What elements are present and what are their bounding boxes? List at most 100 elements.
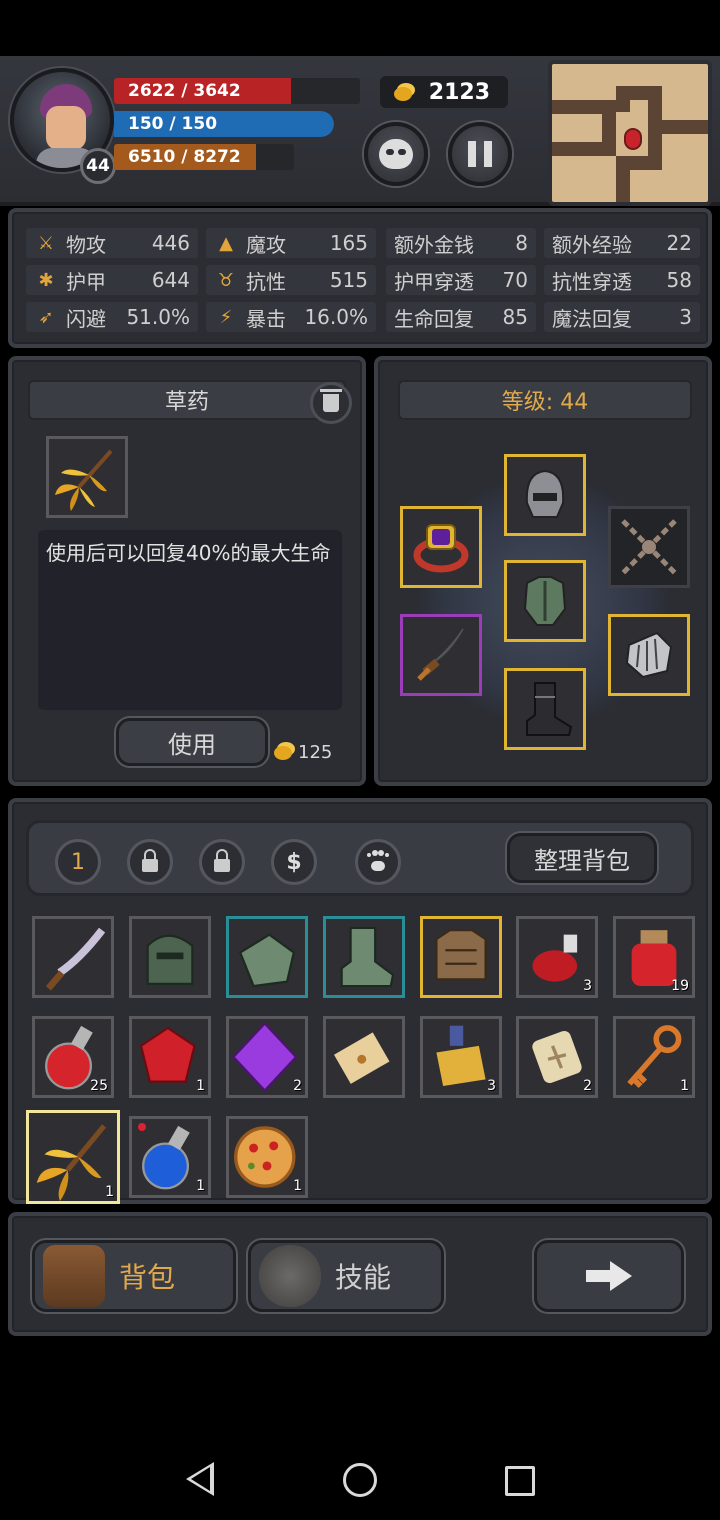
stat-10: 生命回复 85 xyxy=(386,302,536,332)
inventory-slot-green-gauntlets[interactable] xyxy=(226,916,308,998)
stat-label: 额外经验 xyxy=(552,232,632,257)
ring-slot[interactable] xyxy=(400,506,482,588)
sort-bag-button[interactable]: 整理背包 xyxy=(507,833,657,883)
pet-button[interactable] xyxy=(355,839,401,885)
dollar-icon: $ xyxy=(286,849,302,875)
bag-label: 背包 xyxy=(119,1261,176,1294)
stat-label: 抗性 xyxy=(246,269,286,294)
hp-text: 2622 / 3642 xyxy=(128,81,241,101)
lock-icon xyxy=(214,848,230,872)
inventory-slot-leather-armor[interactable] xyxy=(420,916,502,998)
weapon-slot[interactable] xyxy=(400,614,482,696)
inventory-tab-1[interactable]: 1 xyxy=(55,839,101,885)
lightning-icon: ⚡ xyxy=(219,306,233,328)
boots-slot[interactable] xyxy=(504,668,586,750)
discard-button[interactable] xyxy=(310,382,352,424)
status-bar xyxy=(0,0,720,56)
gloves-slot[interactable] xyxy=(608,614,690,696)
mask-button[interactable] xyxy=(364,122,428,186)
item-quantity: 1 xyxy=(196,1178,205,1194)
item-price-value: 125 xyxy=(298,742,333,763)
item-quantity: 2 xyxy=(293,1078,302,1094)
mp-bar: 150 / 150 xyxy=(114,111,334,137)
item-price: 125 xyxy=(274,742,332,763)
character-level-label: 等级: 44 xyxy=(398,380,692,420)
horns-icon: ♉ xyxy=(217,269,235,291)
inventory-slot-magic-scroll[interactable]: 3 xyxy=(420,1016,502,1098)
scroll-icon xyxy=(334,1032,390,1084)
stat-value: 70 xyxy=(502,268,528,292)
bottom-nav: 背包 技能 xyxy=(8,1212,712,1336)
stat-value: 8 xyxy=(515,231,528,255)
stat-value: 22 xyxy=(666,231,692,255)
fist-icon xyxy=(259,1245,321,1307)
stat-value: 51.0% xyxy=(126,305,190,329)
inventory-slot-ruby[interactable]: 1 xyxy=(129,1016,211,1098)
stat-2: 额外金钱 8 xyxy=(386,228,536,258)
xp-text: 6510 / 8272 xyxy=(128,147,241,167)
recents-icon[interactable] xyxy=(505,1466,535,1496)
home-icon[interactable] xyxy=(343,1463,377,1497)
stat-label: 魔攻 xyxy=(246,232,286,257)
inventory-slot-red-potion-flask[interactable]: 25 xyxy=(32,1016,114,1098)
inventory-slot-green-helmet[interactable] xyxy=(129,916,211,998)
minimap[interactable] xyxy=(548,60,712,206)
inventory-slot-key[interactable]: 1 xyxy=(613,1016,695,1098)
stat-9: ⚡ 暴击 16.0% xyxy=(206,302,376,332)
stat-value: 446 xyxy=(151,231,190,255)
stat-value: 3 xyxy=(679,305,692,329)
equipment-panel: 等级: 44 xyxy=(374,356,712,786)
inventory-slot-rune-stone[interactable]: 2 xyxy=(516,1016,598,1098)
inventory-tab-locked-2[interactable] xyxy=(199,839,245,885)
use-button[interactable]: 使用 xyxy=(116,718,268,766)
item-quantity: 1 xyxy=(680,1078,689,1094)
inventory-panel: 1 $ 整理背包 3 19 25 1 2 3 2 1 1 1 1 xyxy=(8,798,712,1204)
mp-text: 150 / 150 xyxy=(128,114,218,134)
stat-label: 额外金钱 xyxy=(394,232,474,257)
item-name: 草药 xyxy=(28,380,346,420)
stat-value: 165 xyxy=(329,231,368,255)
stat-label: 魔法回复 xyxy=(552,306,632,331)
xp-bar: 6510 / 8272 xyxy=(114,144,294,170)
inventory-tab-locked-1[interactable] xyxy=(127,839,173,885)
stat-8: ➶ 闪避 51.0% xyxy=(26,302,198,332)
inventory-slot-blue-potion[interactable]: 1 xyxy=(129,1116,211,1198)
inventory-slot-red-potion-small[interactable]: 3 xyxy=(516,916,598,998)
inventory-slot-scroll[interactable] xyxy=(323,1016,405,1098)
inventory-slot-herb[interactable]: 1 xyxy=(26,1110,120,1204)
stat-3: 额外经验 22 xyxy=(544,228,700,258)
inventory-slot-pizza[interactable]: 1 xyxy=(226,1116,308,1198)
stat-label: 抗性穿透 xyxy=(552,269,632,294)
green-boots-icon xyxy=(340,926,395,988)
leather-armor-icon xyxy=(435,929,487,981)
inventory-slot-green-boots[interactable] xyxy=(323,916,405,998)
armor-slot[interactable] xyxy=(504,560,586,642)
bag-button[interactable]: 背包 xyxy=(32,1240,236,1312)
inventory-slot-red-potion-jar[interactable]: 19 xyxy=(613,916,695,998)
item-quantity: 1 xyxy=(105,1184,114,1200)
gauntlet-icon xyxy=(625,631,673,679)
pause-button[interactable] xyxy=(448,122,512,186)
back-icon[interactable] xyxy=(186,1462,214,1496)
item-detail-panel: 草药 使用后可以回复40%的最大生命 使用 125 xyxy=(8,356,366,786)
gold-amount: 2123 xyxy=(428,79,490,105)
shop-button[interactable]: $ xyxy=(271,839,317,885)
next-button[interactable] xyxy=(534,1240,684,1312)
backpack-icon xyxy=(43,1245,105,1307)
arrow-right-icon xyxy=(586,1261,632,1291)
item-quantity: 3 xyxy=(487,1078,496,1094)
amulet-slot[interactable] xyxy=(608,506,690,588)
stat-value: 515 xyxy=(329,268,368,292)
helmet-slot[interactable] xyxy=(504,454,586,536)
paw-icon xyxy=(367,853,389,871)
item-quantity: 25 xyxy=(90,1078,108,1094)
stat-value: 644 xyxy=(151,268,190,292)
skills-button[interactable]: 技能 xyxy=(248,1240,444,1312)
stat-0: ⚔ 物攻 446 xyxy=(26,228,198,258)
ring-icon xyxy=(413,524,469,573)
green-gauntlets-icon xyxy=(238,933,296,988)
stat-1: ▲ 魔攻 165 xyxy=(206,228,376,258)
inventory-slot-amethyst[interactable]: 2 xyxy=(226,1016,308,1098)
inventory-tabbar: 1 $ 整理背包 xyxy=(26,820,694,896)
inventory-slot-curved-dagger[interactable] xyxy=(32,916,114,998)
